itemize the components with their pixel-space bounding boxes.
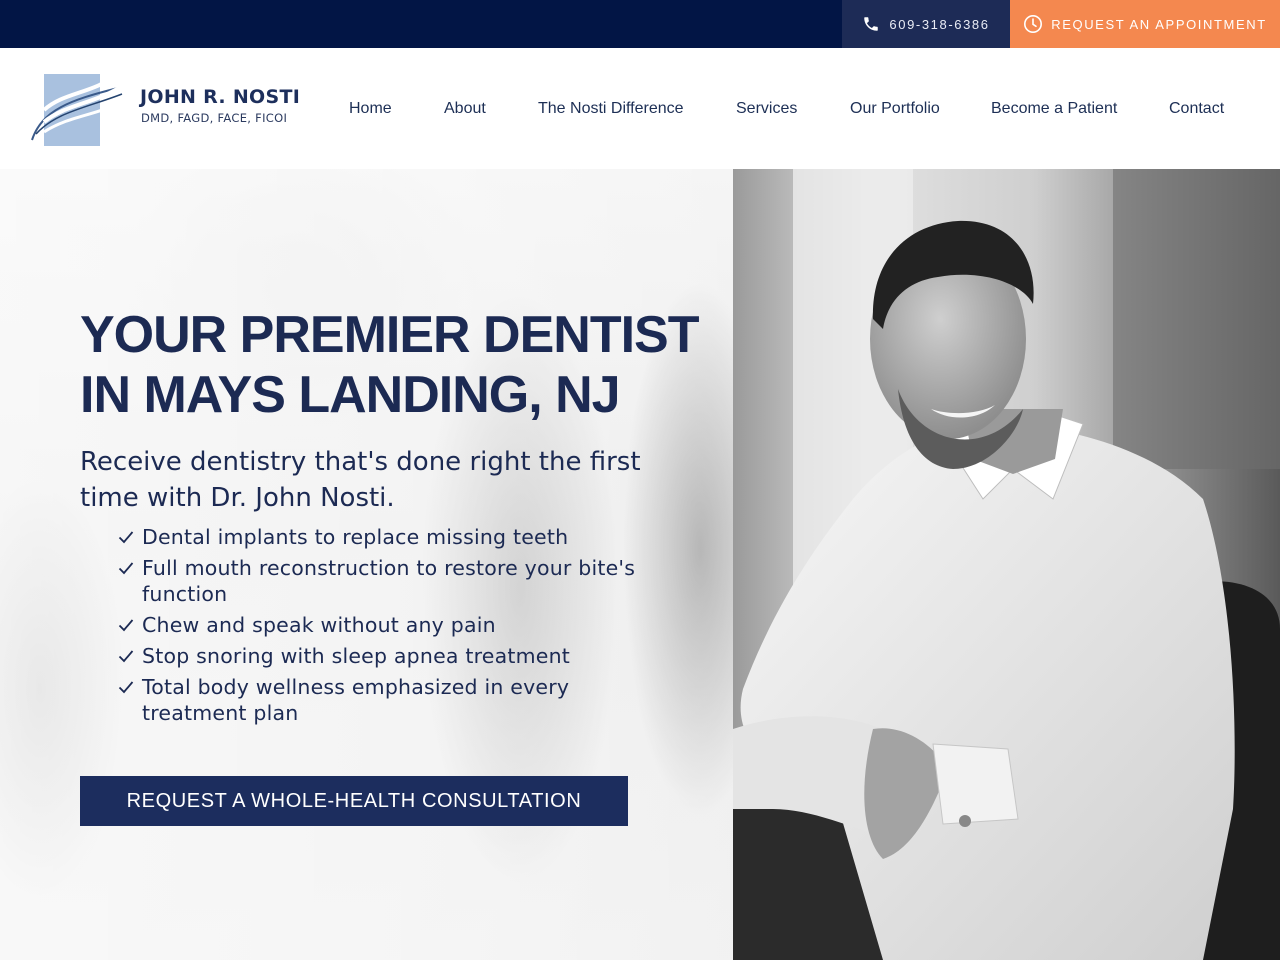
list-item: Full mouth reconstruction to restore you… (118, 555, 638, 607)
request-consultation-button[interactable]: REQUEST A WHOLE-HEALTH CONSULTATION (80, 776, 628, 826)
logo-name: JOHN R. NOSTI (140, 86, 301, 108)
list-item: Stop snoring with sleep apnea treatment (118, 643, 638, 669)
nav-services[interactable]: Services (736, 100, 797, 118)
logo[interactable]: JOHN R. NOSTI DMD, FAGD, FACE, FICOI (30, 70, 300, 146)
phone-link[interactable]: 609-318-6386 (842, 0, 1010, 48)
hero-title-line-1: YOUR PREMIER DENTIST (80, 306, 699, 364)
logo-credentials: DMD, FAGD, FACE, FICOI (141, 111, 288, 125)
checkmark-icon (118, 650, 134, 663)
dentist-portrait-photo (733, 169, 1280, 960)
hero-title-line-2: IN MAYS LANDING, NJ (80, 366, 621, 424)
hero-title: YOUR PREMIER DENTIST IN MAYS LANDING, NJ (80, 305, 720, 425)
phone-number: 609-318-6386 (889, 16, 990, 32)
list-item-text: Stop snoring with sleep apnea treatment (142, 644, 571, 668)
checkmark-icon (118, 681, 134, 694)
top-bar: 609-318-6386 REQUEST AN APPOINTMENT (0, 0, 1280, 48)
nav-home[interactable]: Home (349, 100, 392, 118)
list-item: Dental implants to replace missing teeth (118, 524, 638, 550)
logo-wave-mark (31, 72, 127, 146)
list-item-text: Full mouth reconstruction to restore you… (142, 556, 636, 606)
list-item-text: Total body wellness emphasized in every … (142, 675, 570, 725)
nav-about[interactable]: About (444, 100, 486, 118)
hero-section: YOUR PREMIER DENTIST IN MAYS LANDING, NJ… (0, 169, 1280, 960)
nav-nosti-difference[interactable]: The Nosti Difference (538, 100, 684, 118)
checkmark-icon (118, 531, 134, 544)
nav-contact[interactable]: Contact (1169, 100, 1224, 118)
clock-icon (1024, 15, 1043, 33)
phone-icon (864, 17, 879, 31)
nav-portfolio[interactable]: Our Portfolio (850, 100, 940, 118)
portrait-illustration (733, 169, 1280, 960)
list-item-text: Chew and speak without any pain (142, 613, 496, 637)
nav-become-patient[interactable]: Become a Patient (991, 100, 1117, 118)
checkmark-icon (118, 619, 134, 632)
list-item: Total body wellness emphasized in every … (118, 674, 638, 726)
list-item: Chew and speak without any pain (118, 612, 638, 638)
request-appointment-button[interactable]: REQUEST AN APPOINTMENT (1010, 0, 1280, 48)
site-header: JOHN R. NOSTI DMD, FAGD, FACE, FICOI Hom… (0, 48, 1280, 169)
list-item-text: Dental implants to replace missing teeth (142, 525, 569, 549)
hero-subtitle: Receive dentistry that's done right the … (80, 447, 641, 513)
checkmark-icon (118, 562, 134, 575)
request-appointment-label: REQUEST AN APPOINTMENT (1051, 16, 1267, 32)
benefits-checklist: Dental implants to replace missing teeth… (118, 524, 638, 731)
